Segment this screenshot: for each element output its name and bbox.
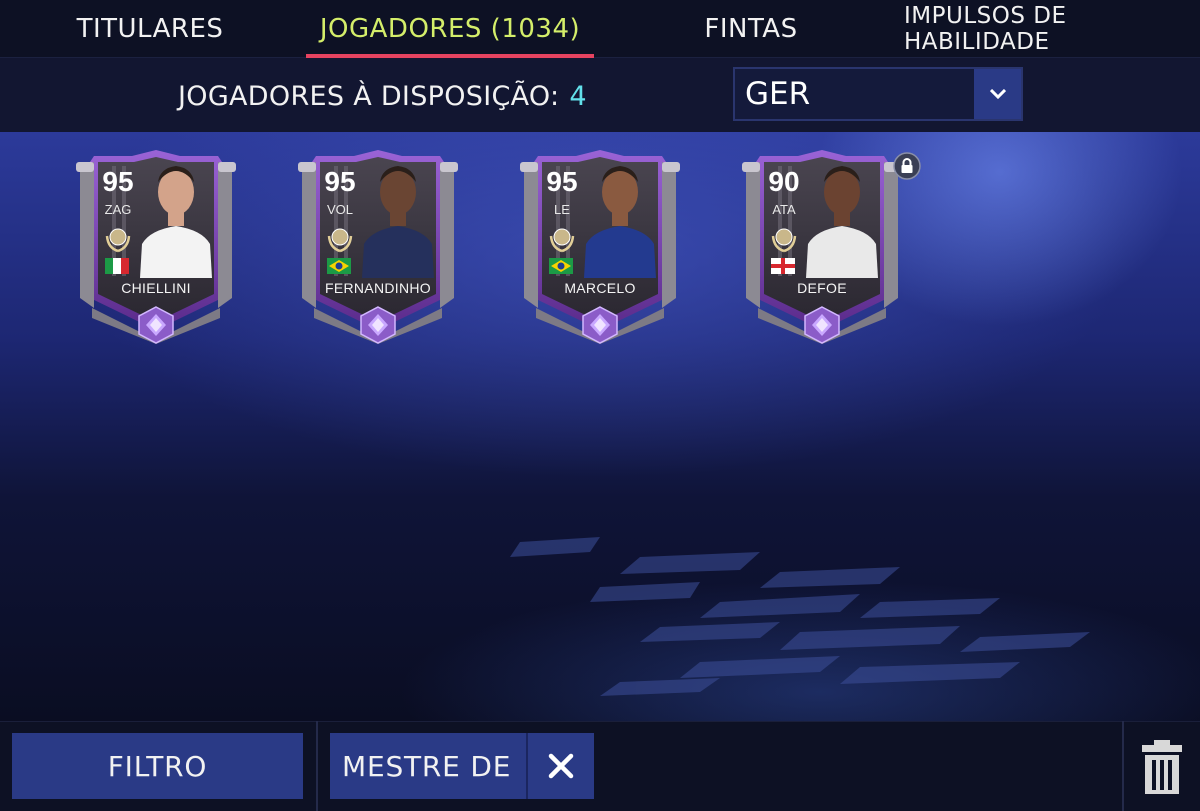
player-position: LE (554, 202, 570, 217)
player-card[interactable]: 95 VOL FERNANDINHO (294, 148, 462, 344)
rank-gem-icon (360, 306, 396, 344)
player-card[interactable]: 95 ZAG CHIELLINI (72, 148, 240, 344)
player-card[interactable]: 90 ATA DEFOE (738, 148, 906, 344)
divider (1122, 721, 1124, 811)
tab-fintas[interactable]: FINTAS (676, 0, 826, 58)
laurel-medal-icon (771, 228, 797, 253)
laurel-medal-icon (327, 228, 353, 253)
close-icon (548, 753, 574, 779)
tab-titulares[interactable]: TITULARES (50, 0, 250, 58)
filter-button[interactable]: FILTRO (12, 733, 303, 799)
active-filter-label: MESTRE DE (342, 749, 512, 783)
active-filter-chip[interactable]: MESTRE DE (330, 733, 526, 799)
lock-icon (893, 152, 921, 180)
tab-label: JOGADORES (1034) (319, 14, 581, 44)
brazil-flag-icon (549, 258, 573, 274)
italy-flag-icon (105, 258, 129, 274)
player-card[interactable]: 95 LE MARCELO (516, 148, 684, 344)
brazil-flag-icon (327, 258, 351, 274)
available-count: 4 (569, 80, 587, 112)
tab-label: IMPULSOS DE HABILIDADE (904, 3, 1067, 55)
clear-filter-button[interactable] (526, 733, 594, 799)
tab-impulsos[interactable]: IMPULSOS DE HABILIDADE (904, 0, 1196, 58)
position-select-value: GER (745, 76, 811, 112)
chevron-down-icon[interactable] (974, 69, 1021, 119)
player-rating: 95 (102, 166, 134, 197)
laurel-medal-icon (105, 228, 131, 253)
available-players: JOGADORES À DISPOSIÇÃO: 4 (178, 74, 587, 118)
rank-gem-icon (138, 306, 174, 344)
laurel-medal-icon (549, 228, 575, 253)
trash-icon[interactable] (1140, 738, 1184, 796)
rank-gem-icon (582, 306, 618, 344)
player-rating: 90 (768, 166, 800, 197)
player-photo (140, 166, 212, 278)
player-rating: 95 (324, 166, 356, 197)
player-photo (806, 166, 878, 278)
player-name: FERNANDINHO (325, 280, 431, 296)
player-photo (362, 166, 434, 278)
player-name: MARCELO (564, 280, 636, 296)
player-photo (584, 166, 656, 278)
top-tab-bar: TITULARES JOGADORES (1034) FINTAS IMPULS… (0, 0, 1200, 58)
divider (316, 721, 318, 811)
tab-label: TITULARES (76, 14, 224, 44)
position-select[interactable]: GER (733, 67, 1023, 121)
tab-label: FINTAS (704, 14, 798, 44)
player-position: ATA (772, 202, 796, 217)
rank-gem-icon (804, 306, 840, 344)
tab-jogadores[interactable]: JOGADORES (1034) (302, 0, 598, 58)
player-name: CHIELLINI (121, 280, 191, 296)
player-position: VOL (326, 202, 353, 217)
england-flag-icon (771, 258, 795, 274)
player-name: DEFOE (797, 280, 847, 296)
available-label: JOGADORES À DISPOSIÇÃO: (178, 80, 560, 112)
filter-button-label: FILTRO (107, 749, 208, 783)
player-position: ZAG (104, 202, 132, 217)
player-rating: 95 (546, 166, 578, 197)
